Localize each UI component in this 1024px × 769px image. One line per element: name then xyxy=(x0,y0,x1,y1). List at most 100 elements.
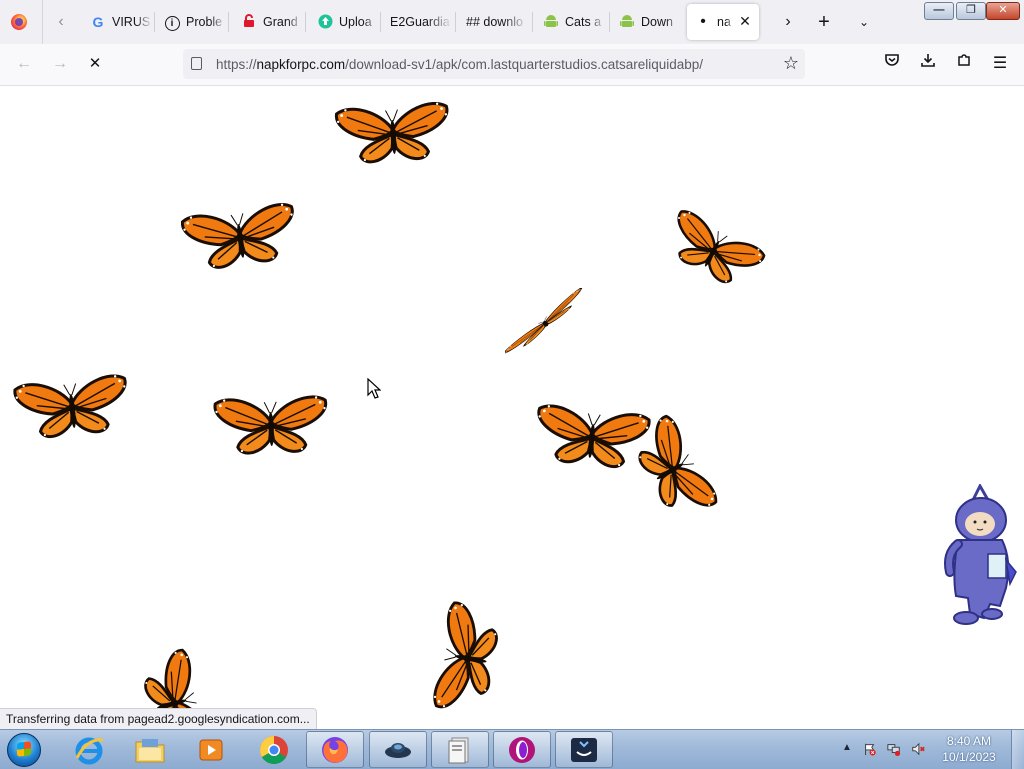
web-page-content xyxy=(0,86,1024,729)
show-hidden-icons-icon[interactable]: ▲ xyxy=(842,742,852,753)
game-app-icon xyxy=(385,742,411,758)
tab-virus[interactable]: G VIRUS xyxy=(82,4,154,40)
tab-strip: ‹ G VIRUS i Proble Grand Uploa E2Guardia… xyxy=(0,0,1024,44)
new-tab-icon[interactable]: + xyxy=(810,8,838,36)
restore-button[interactable]: ❐ xyxy=(956,2,986,20)
android-icon xyxy=(619,14,635,30)
tabs-scroll-left-icon[interactable]: ‹ xyxy=(47,8,75,36)
list-all-tabs-icon[interactable]: ⌄ xyxy=(850,8,878,36)
show-desktop-button[interactable] xyxy=(1011,730,1024,769)
tab-label: Down xyxy=(641,15,673,29)
tab-label: na xyxy=(717,15,731,29)
taskbar-firefox[interactable] xyxy=(306,731,364,768)
back-arrow-icon: ← xyxy=(16,55,32,72)
back-button[interactable]: ← xyxy=(12,52,36,76)
butterfly-image xyxy=(662,206,766,295)
windows-taskbar: ▲ 8:40 AM 10/1/2023 xyxy=(0,729,1024,769)
tab-label: E2Guardia xyxy=(390,15,450,29)
stop-x-icon: ✕ xyxy=(88,55,102,72)
opera-icon xyxy=(509,736,535,763)
taskbar-file-explorer[interactable] xyxy=(121,731,179,768)
screen-tool-icon xyxy=(571,737,597,762)
butterfly-image xyxy=(505,288,585,358)
tab-download-md[interactable]: ## downlo xyxy=(458,4,530,40)
butterfly-image xyxy=(626,412,721,526)
download-icon xyxy=(921,54,935,67)
extensions-button[interactable] xyxy=(952,52,976,76)
lock-icon xyxy=(241,14,257,30)
address-bar[interactable]: https://napkforpc.com/download-sv1/apk/c… xyxy=(183,49,805,79)
volume-muted-icon[interactable] xyxy=(910,742,926,756)
media-player-icon xyxy=(199,739,223,760)
network-icon[interactable] xyxy=(886,742,902,756)
tabs-scroll-right-icon[interactable]: › xyxy=(774,8,802,36)
close-window-button[interactable]: ✕ xyxy=(986,2,1020,20)
tab-grand[interactable]: Grand xyxy=(233,4,305,40)
tab-label: Grand xyxy=(263,15,298,29)
page-icon xyxy=(191,57,202,70)
tab-label: Cats a xyxy=(565,15,602,29)
windows-logo-icon xyxy=(7,733,41,767)
hamburger-menu-icon: ☰ xyxy=(992,55,1008,72)
file-explorer-icon xyxy=(135,738,165,762)
butterfly-image xyxy=(213,394,329,456)
tab-label: Uploa xyxy=(339,15,372,29)
files-app-icon xyxy=(448,737,469,763)
system-tray: ▲ 8:40 AM 10/1/2023 xyxy=(840,730,1024,769)
tab-e2guardian[interactable]: E2Guardia xyxy=(382,4,454,40)
mouse-cursor-icon xyxy=(367,378,381,399)
butterfly-image xyxy=(430,600,503,716)
taskbar-internet-explorer[interactable] xyxy=(60,731,118,768)
status-panel: Transferring data from pagead2.googlesyn… xyxy=(0,708,317,730)
internet-explorer-icon xyxy=(75,737,104,764)
android-icon xyxy=(543,14,559,30)
clock-time: 8:40 AM xyxy=(946,734,992,748)
butterfly-image xyxy=(334,100,452,166)
minimize-button[interactable]: — xyxy=(924,2,954,20)
upload-icon xyxy=(317,14,333,30)
tab-label: Proble xyxy=(186,15,223,29)
character-image xyxy=(944,484,1017,625)
system-clock[interactable]: 8:40 AM 10/1/2023 xyxy=(934,733,1004,765)
tab-upload[interactable]: Uploa xyxy=(309,4,381,40)
bookmark-star-icon[interactable]: ☆ xyxy=(783,53,799,73)
taskbar-game-app[interactable] xyxy=(369,731,427,768)
pocket-icon xyxy=(885,54,899,66)
taskbar-chrome[interactable] xyxy=(245,731,303,768)
taskbar-opera[interactable] xyxy=(493,731,551,768)
google-icon: G xyxy=(92,14,104,30)
taskbar-files-app[interactable] xyxy=(431,731,489,768)
clock-date: 10/1/2023 xyxy=(942,750,996,764)
start-button[interactable] xyxy=(4,731,44,768)
firefox-view-button[interactable] xyxy=(0,0,43,44)
action-center-flag-icon[interactable] xyxy=(862,742,878,756)
navigation-toolbar: ← → ✕ https://napkforpc.com/download-sv1… xyxy=(0,44,1024,86)
pocket-button[interactable] xyxy=(880,52,904,76)
info-icon: i xyxy=(164,14,180,31)
close-icon: ✕ xyxy=(998,4,1008,16)
firefox-icon xyxy=(11,14,27,30)
loading-dot-icon: • xyxy=(700,13,706,30)
chrome-icon xyxy=(260,735,288,764)
stop-button[interactable]: ✕ xyxy=(83,52,107,76)
minimize-icon: — xyxy=(933,4,945,16)
tab-problem[interactable]: i Proble xyxy=(156,4,228,40)
puzzle-icon xyxy=(958,54,970,66)
taskbar-screen-tool[interactable] xyxy=(555,731,613,768)
restore-icon: ❐ xyxy=(966,4,976,16)
tab-napkforpc-active[interactable]: • na ✕ xyxy=(687,4,759,40)
url-text[interactable]: https://napkforpc.com/download-sv1/apk/c… xyxy=(216,57,703,72)
downloads-button[interactable] xyxy=(916,52,940,76)
tab-download[interactable]: Down xyxy=(611,4,683,40)
firefox-icon xyxy=(322,736,348,763)
app-menu-button[interactable]: ☰ xyxy=(988,52,1012,76)
tab-label: ## downlo xyxy=(466,15,523,29)
tab-label: VIRUS xyxy=(112,15,151,29)
tab-cats[interactable]: Cats a xyxy=(535,4,607,40)
butterfly-image xyxy=(181,200,299,274)
forward-button[interactable]: → xyxy=(48,52,72,76)
butterfly-image xyxy=(13,372,131,442)
forward-arrow-icon: → xyxy=(52,55,68,72)
close-tab-icon[interactable]: ✕ xyxy=(737,13,753,29)
taskbar-media-player[interactable] xyxy=(182,731,240,768)
